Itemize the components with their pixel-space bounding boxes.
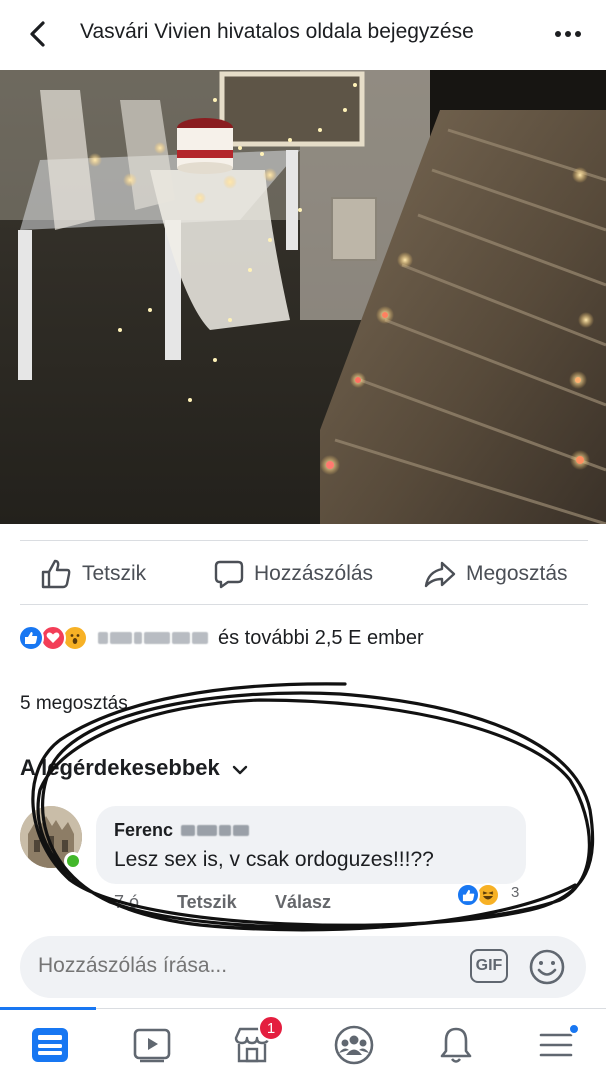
thumbs-up-icon xyxy=(40,559,72,589)
comment-reactions[interactable] xyxy=(456,883,500,907)
chevron-down-icon xyxy=(232,755,248,781)
emoji-icon[interactable] xyxy=(528,948,566,986)
share-label: Megosztás xyxy=(466,562,568,585)
comment-bubble[interactable]: Ferenc Lesz sex is, v csak ordoguzes!!!?… xyxy=(96,806,526,884)
comment-input[interactable] xyxy=(38,954,418,978)
like-reaction-icon xyxy=(456,883,480,907)
gif-button[interactable]: GIF xyxy=(470,949,508,983)
post-actions: Tetszik Hozzászólás Megosztás xyxy=(0,546,606,602)
comment-time: 7 ó. xyxy=(114,892,145,912)
comment-label: Hozzászólás xyxy=(254,562,374,585)
comment-author-name: Ferenc xyxy=(114,820,174,840)
comment-reply-button[interactable]: Válasz xyxy=(275,892,331,913)
comment-like-button[interactable]: Tetszik xyxy=(177,892,237,913)
active-tab-indicator xyxy=(0,1007,96,1010)
comment-filter[interactable]: A legérdekesebbek xyxy=(20,755,248,781)
comment-filter-label: A legérdekesebbek xyxy=(20,755,220,780)
post-photo[interactable] xyxy=(0,70,606,524)
comment-reaction-count: 3 xyxy=(511,884,520,901)
comment-text: Lesz sex is, v csak ordoguzes!!!?? xyxy=(114,848,434,871)
comment-icon xyxy=(214,559,244,589)
page-title: Vasvári Vivien hivatalos oldala bejegyzé… xyxy=(80,20,474,43)
comment-button[interactable]: Hozzászólás xyxy=(214,556,373,592)
like-button[interactable]: Tetszik xyxy=(40,556,146,592)
like-reaction-icon xyxy=(18,625,44,651)
chevron-left-icon[interactable] xyxy=(22,18,54,50)
online-status-dot xyxy=(64,852,82,870)
bottom-navigation: 1 xyxy=(0,1007,606,1080)
watch-video-icon[interactable] xyxy=(128,1021,176,1069)
bell-notifications-icon[interactable] xyxy=(432,1021,480,1069)
comment-author[interactable]: Ferenc xyxy=(114,820,250,841)
comment-composer[interactable]: GIF xyxy=(20,936,586,998)
reaction-count-text: és további 2,5 E ember xyxy=(218,626,424,649)
share-count[interactable]: 5 megosztás xyxy=(20,693,128,715)
reaction-summary[interactable]: és további 2,5 E ember xyxy=(18,622,424,654)
blurred-name xyxy=(98,632,208,644)
news-feed-icon[interactable] xyxy=(26,1021,74,1069)
notification-badge: 1 xyxy=(258,1015,284,1041)
share-button[interactable]: Megosztás xyxy=(424,556,568,592)
share-icon xyxy=(424,560,456,588)
blurred-surname xyxy=(181,825,250,836)
more-horizontal-icon[interactable] xyxy=(548,22,588,46)
divider xyxy=(20,540,588,541)
menu-notification-dot xyxy=(568,1023,580,1035)
top-bar: Vasvári Vivien hivatalos oldala bejegyzé… xyxy=(0,0,606,68)
divider xyxy=(20,604,588,605)
like-label: Tetszik xyxy=(82,562,147,585)
groups-icon[interactable] xyxy=(330,1021,378,1069)
